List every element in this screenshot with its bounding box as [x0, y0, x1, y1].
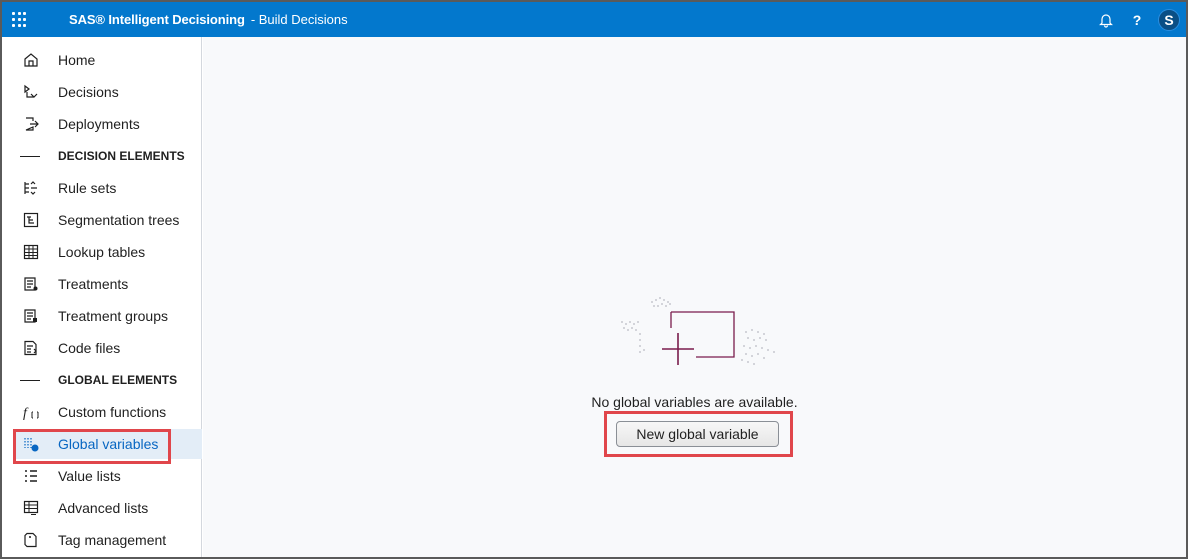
sidebar-item-label: Tag management — [58, 532, 167, 548]
sidebar-item-label: Advanced lists — [58, 500, 149, 516]
lookup-tables-icon — [22, 243, 40, 261]
sidebar-item-segmentation-trees[interactable]: Segmentation trees — [14, 205, 202, 235]
decisions-icon — [22, 83, 40, 101]
sidebar-item-rule-sets[interactable]: Rule sets — [14, 173, 202, 203]
section-global-elements: GLOBAL ELEMENTS — [14, 365, 202, 395]
deployments-icon — [22, 115, 40, 133]
sidebar-item-label: Rule sets — [58, 180, 117, 196]
home-icon — [22, 51, 40, 69]
header-actions: ? S — [1098, 2, 1180, 37]
sidebar-item-decisions[interactable]: Decisions — [14, 77, 202, 107]
rule-sets-icon — [22, 179, 40, 197]
sidebar-item-label: Global variables — [58, 436, 159, 452]
section-label: DECISION ELEMENTS — [58, 149, 185, 163]
app-switcher-icon[interactable] — [12, 11, 28, 28]
sidebar-item-label: Custom functions — [58, 404, 167, 420]
sidebar: Home Decisions Deployments DECISION ELEM… — [2, 37, 202, 557]
section-divider — [20, 155, 40, 157]
sidebar-item-label: Decisions — [58, 84, 119, 100]
tag-icon — [22, 531, 40, 549]
sidebar-item-label: Deployments — [58, 116, 140, 132]
section-divider — [20, 379, 40, 381]
sidebar-item-treatment-groups[interactable]: Treatment groups — [14, 301, 202, 331]
sidebar-item-custom-functions[interactable]: f Custom functions — [14, 397, 202, 427]
sidebar-item-label: Code files — [58, 340, 121, 356]
code-files-icon — [22, 339, 40, 357]
global-variables-icon — [22, 435, 40, 453]
segmentation-trees-icon — [22, 211, 40, 229]
custom-functions-icon: f — [22, 403, 40, 421]
sidebar-item-label: Lookup tables — [58, 244, 146, 260]
sidebar-item-value-lists[interactable]: Value lists — [14, 461, 202, 491]
sidebar-item-advanced-lists[interactable]: Advanced lists — [14, 493, 202, 523]
sidebar-item-lookup-tables[interactable]: Lookup tables — [14, 237, 202, 267]
treatments-icon — [22, 275, 40, 293]
sidebar-item-label: Segmentation trees — [58, 212, 180, 228]
sidebar-item-label: Treatments — [58, 276, 129, 292]
empty-state-illustration — [621, 297, 775, 365]
sidebar-item-code-files[interactable]: Code files — [14, 333, 202, 363]
section-decision-elements: DECISION ELEMENTS — [14, 141, 202, 171]
sidebar-item-tag-management[interactable]: Tag management — [14, 525, 202, 555]
value-lists-icon — [22, 467, 40, 485]
treatment-groups-icon — [22, 307, 40, 325]
svg-text:f: f — [23, 406, 29, 421]
sidebar-item-label: Home — [58, 52, 96, 68]
section-label: GLOBAL ELEMENTS — [58, 373, 178, 387]
main-content: No global variables are available. New g… — [203, 37, 1186, 557]
app-window: SAS® Intelligent Decisioning - Build Dec… — [0, 0, 1188, 559]
sidebar-item-label: Value lists — [58, 468, 121, 484]
sidebar-item-deployments[interactable]: Deployments — [14, 109, 202, 139]
sidebar-item-label: Treatment groups — [58, 308, 168, 324]
sidebar-item-treatments[interactable]: Treatments — [14, 269, 202, 299]
empty-state-message: No global variables are available. — [591, 394, 798, 410]
sidebar-item-global-variables[interactable]: Global variables — [14, 429, 202, 459]
new-global-variable-button[interactable]: New global variable — [616, 421, 779, 447]
app-title: SAS® Intelligent Decisioning — [69, 12, 245, 27]
sidebar-item-home[interactable]: Home — [14, 45, 202, 75]
top-bar: SAS® Intelligent Decisioning - Build Dec… — [2, 2, 1186, 37]
user-avatar[interactable]: S — [1158, 8, 1180, 31]
advanced-lists-icon — [22, 499, 40, 517]
bell-icon[interactable] — [1098, 12, 1114, 28]
help-icon[interactable]: ? — [1132, 12, 1142, 28]
page-subtitle: - Build Decisions — [250, 12, 348, 27]
